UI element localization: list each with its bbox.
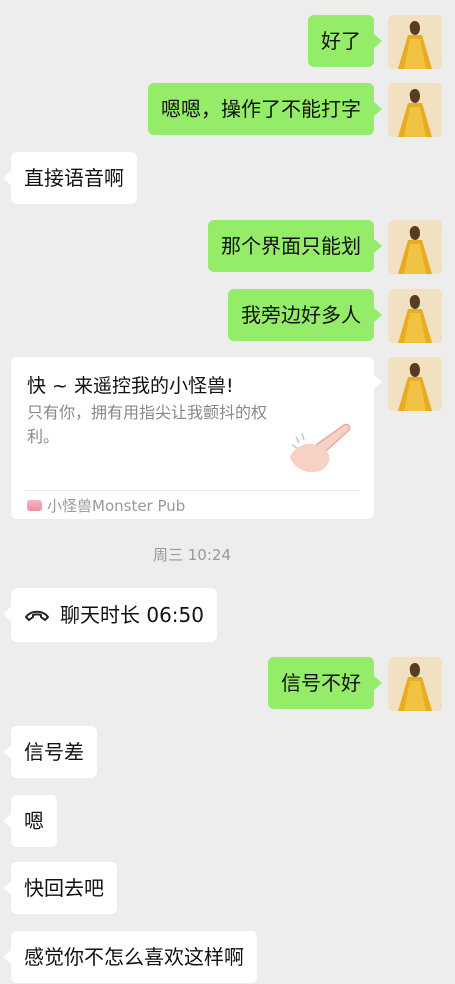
link-card-description: 只有你，拥有用指尖让我颤抖的权利。 (27, 403, 268, 446)
message-bubble-sent[interactable]: 那个界面只能划 (208, 220, 382, 272)
avatar-figure-icon (388, 657, 442, 711)
message-bubble-received[interactable]: 嗯 (3, 795, 57, 847)
message-bubble-sent[interactable]: 好了 (308, 15, 382, 67)
avatar-figure-icon (388, 289, 442, 343)
message-bubble-received[interactable]: 感觉你不怎么喜欢这样啊 (3, 931, 257, 983)
message-bubble-received[interactable]: 信号差 (3, 726, 97, 778)
avatar-figure-icon (388, 357, 442, 411)
message-bubble-received[interactable]: 直接语音啊 (3, 152, 137, 204)
chat-timestamp: 周三 10:24 (153, 546, 231, 564)
link-card[interactable]: 快 ~ 来遥控我的小怪兽! 只有你，拥有用指尖让我颤抖的权利。 小怪兽Monst… (11, 357, 382, 519)
my-avatar[interactable] (388, 15, 442, 69)
my-avatar[interactable] (388, 83, 442, 137)
avatar-figure-icon (388, 83, 442, 137)
message-bubble-sent[interactable]: 信号不好 (268, 657, 382, 709)
link-card-source: 小怪兽Monster Pub (27, 495, 185, 516)
miniprogram-icon (27, 500, 42, 511)
hand-illustration-icon (290, 423, 351, 473)
message-bubble-sent[interactable]: 我旁边好多人 (228, 289, 382, 341)
my-avatar[interactable] (388, 657, 442, 711)
chat-message-list[interactable]: 好了 嗯嗯，操作了不能打字 直接语音啊 那个界面只能划 我旁边好多人 快 ~ 来… (0, 0, 455, 984)
link-card-title: 快 ~ 来遥控我的小怪兽! (27, 375, 234, 397)
link-card-divider (25, 490, 360, 491)
my-avatar[interactable] (388, 220, 442, 274)
link-card-source-label: 小怪兽Monster Pub (47, 497, 186, 515)
avatar-figure-icon (388, 15, 442, 69)
message-bubble-sent[interactable]: 嗯嗯，操作了不能打字 (148, 83, 382, 135)
call-record-bubble[interactable]: 聊天时长 06:50 (3, 588, 217, 642)
phone-hangup-icon (25, 610, 49, 621)
avatar-figure-icon (388, 220, 442, 274)
my-avatar[interactable] (388, 357, 442, 411)
my-avatar[interactable] (388, 289, 442, 343)
call-duration-label: 聊天时长 06:50 (60, 603, 204, 627)
message-bubble-received[interactable]: 快回去吧 (3, 862, 117, 914)
